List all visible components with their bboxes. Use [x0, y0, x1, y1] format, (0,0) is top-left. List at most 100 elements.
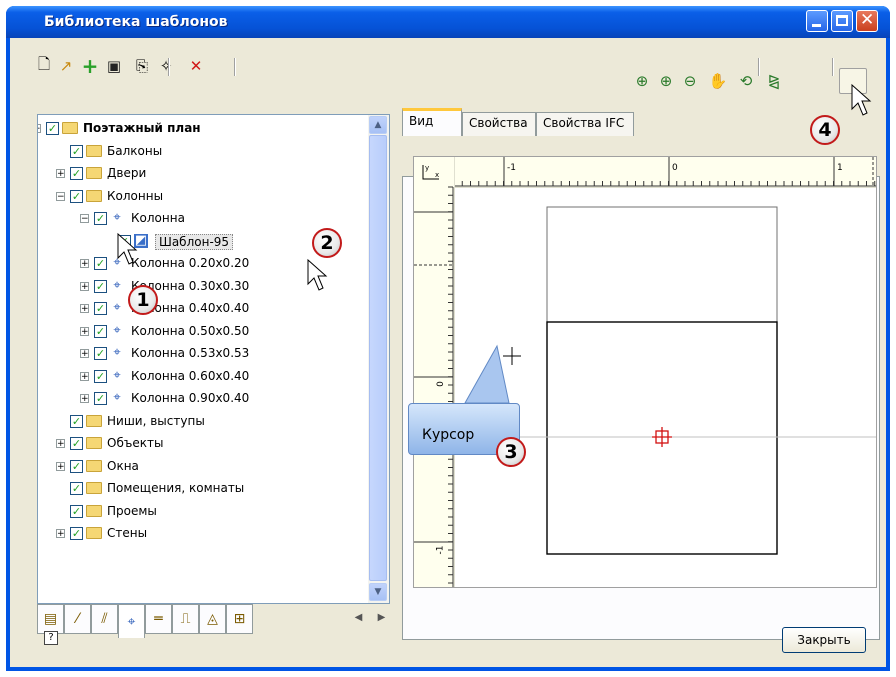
- expand-icon[interactable]: +: [80, 326, 89, 336]
- tab-scroll-left-icon[interactable]: ◀: [355, 612, 363, 623]
- expand-icon[interactable]: +: [56, 461, 65, 471]
- tree-item[interactable]: −✓ Поэтажный план: [38, 117, 368, 139]
- copy-template-icon[interactable]: ✧: [156, 56, 176, 76]
- tree-item-label: Шаблон-95: [155, 233, 234, 250]
- checkbox[interactable]: ✓: [70, 414, 83, 428]
- pan-icon[interactable]: ✋: [708, 71, 728, 91]
- expand-icon[interactable]: +: [56, 169, 65, 179]
- tab-ifc-properties[interactable]: Свойства IFC: [536, 112, 634, 136]
- title-bar[interactable]: Библиотека шаблонов ✕: [6, 6, 890, 38]
- open-icon[interactable]: ↗: [56, 56, 76, 76]
- collapse-icon[interactable]: −: [80, 214, 89, 224]
- expand-icon[interactable]: +: [56, 439, 65, 449]
- column-icon: ⌖: [113, 322, 121, 338]
- checkbox[interactable]: ✓: [70, 437, 83, 450]
- scroll-thumb[interactable]: [369, 135, 387, 581]
- template-tree[interactable]: −✓Поэтажный план✓Балконы+✓Двери−✓Колонны…: [37, 114, 390, 604]
- tree-item[interactable]: ✓ Балконы: [38, 140, 368, 162]
- checkbox[interactable]: ✓: [94, 369, 107, 383]
- tree-item[interactable]: ✓ Помещения, комнаты: [38, 477, 368, 499]
- maximize-button[interactable]: [831, 10, 853, 32]
- toolbar-separator: [234, 58, 236, 76]
- checkbox[interactable]: ✓: [94, 257, 107, 270]
- tree-item-label: Колонна 0.60x0.40: [131, 368, 250, 383]
- tree-item-label: Колонна 0.20x0.20: [131, 256, 250, 270]
- expand-icon[interactable]: +: [56, 529, 65, 539]
- column-icon: ⌖: [113, 300, 121, 315]
- tree-item[interactable]: ✓ Ниши, выступы: [38, 410, 368, 432]
- expand-icon[interactable]: +: [80, 281, 89, 291]
- checkbox[interactable]: ✓: [94, 212, 107, 225]
- zoom-out-icon[interactable]: ⊖: [680, 71, 700, 91]
- tab-beams-icon[interactable]: ═: [145, 604, 172, 634]
- expand-icon[interactable]: +: [80, 394, 89, 404]
- template-outline-main: [546, 321, 778, 555]
- save-icon[interactable]: ▣: [104, 56, 124, 76]
- tree-item[interactable]: − ✓ ⌖ Колонна: [38, 207, 368, 229]
- zoom-in-icon[interactable]: ⊕: [656, 71, 676, 91]
- tab-scroll-right-icon[interactable]: ▶: [378, 612, 386, 623]
- collapse-icon[interactable]: −: [56, 191, 65, 201]
- checkbox[interactable]: ✓: [70, 167, 83, 180]
- tree-item[interactable]: + ✓ Объекты: [38, 432, 368, 454]
- tab-view[interactable]: Вид: [402, 108, 462, 136]
- tab-walls-icon[interactable]: ⁄: [64, 604, 91, 634]
- tree-item[interactable]: + ✓ ⌖ Колонна 0.60x0.40: [38, 365, 368, 387]
- tab-windows-icon[interactable]: ⊞: [226, 604, 253, 634]
- cursor-callout-label: Курсор: [422, 427, 475, 443]
- tree-item[interactable]: ✓ Проемы: [38, 500, 368, 522]
- expand-icon[interactable]: +: [80, 371, 89, 381]
- expand-icon[interactable]: +: [80, 259, 89, 269]
- checkbox[interactable]: ✓: [94, 392, 107, 405]
- expand-icon[interactable]: +: [80, 304, 89, 314]
- expand-icon[interactable]: +: [80, 349, 89, 359]
- new-file-icon[interactable]: 🗋: [34, 55, 54, 76]
- tree-item[interactable]: + ✓ Двери: [38, 162, 368, 184]
- delete-icon[interactable]: ✕: [186, 56, 206, 76]
- help-icon[interactable]: ?: [44, 631, 58, 645]
- checkbox[interactable]: ✓: [70, 504, 83, 518]
- column-icon: ⌖: [113, 277, 121, 293]
- tree-item[interactable]: − ✓ Колонны: [38, 185, 368, 207]
- checkbox[interactable]: ✓: [94, 302, 107, 315]
- tab-columns-icon[interactable]: ⌖: [118, 604, 145, 638]
- tab-slabs-icon[interactable]: ⫽: [91, 604, 118, 634]
- new-template-icon[interactable]: ⎘: [132, 56, 152, 76]
- tree-item[interactable]: + ✓ ⌖ Колонна 0.50x0.50: [38, 320, 368, 342]
- tab-doors-icon[interactable]: ⎍: [172, 604, 199, 634]
- close-window-button[interactable]: ✕: [856, 10, 878, 32]
- checkbox[interactable]: ✓: [70, 482, 83, 495]
- rotate-icon[interactable]: ⟲: [736, 71, 756, 91]
- tab-documents-icon[interactable]: ▤: [37, 604, 64, 634]
- folder-icon: [86, 527, 102, 539]
- mirror-icon[interactable]: ⧎: [764, 71, 784, 91]
- zoom-extents-icon[interactable]: ⊕: [632, 71, 652, 91]
- tree-item[interactable]: + ✓ ⌖ Колонна 0.40x0.40: [38, 297, 368, 319]
- checkbox[interactable]: ✓: [46, 122, 59, 135]
- scroll-up-icon[interactable]: ▲: [369, 116, 387, 134]
- tree-item[interactable]: + ✓ Стены: [38, 522, 368, 544]
- scroll-down-icon[interactable]: ▼: [369, 583, 387, 601]
- collapse-icon[interactable]: −: [38, 124, 41, 134]
- checkbox[interactable]: ✓: [94, 279, 107, 293]
- checkbox[interactable]: ✓: [94, 324, 107, 338]
- tabs-scroll[interactable]: ◀ ▶: [347, 606, 393, 628]
- tree-vertical-scrollbar[interactable]: ▲ ▼: [368, 115, 389, 603]
- ruler-label: -1: [435, 545, 446, 555]
- tree-item[interactable]: + ✓ ⌖ Колонна 0.53x0.53: [38, 342, 368, 364]
- minimize-button[interactable]: [806, 10, 828, 32]
- checkbox[interactable]: ✓: [70, 527, 83, 540]
- add-icon[interactable]: +: [80, 54, 100, 78]
- checkbox[interactable]: ✓: [70, 459, 83, 473]
- tree-item[interactable]: + ✓ Окна: [38, 455, 368, 477]
- category-tabs: ▤ ⁄ ⫽ ⌖ ═ ⎍ ◬ ⊞: [37, 604, 253, 638]
- tab-objects-icon[interactable]: ◬: [199, 604, 226, 634]
- callout-number: 4: [810, 115, 840, 145]
- close-button[interactable]: Закрыть: [782, 627, 866, 653]
- checkbox[interactable]: ✓: [94, 347, 107, 360]
- tree-item[interactable]: + ✓ ⌖ Колонна 0.90x0.40: [38, 387, 368, 409]
- tab-properties[interactable]: Свойства: [462, 112, 536, 136]
- checkbox[interactable]: ✓: [70, 144, 83, 158]
- checkbox[interactable]: ✓: [70, 189, 83, 203]
- folder-icon: [86, 144, 102, 157]
